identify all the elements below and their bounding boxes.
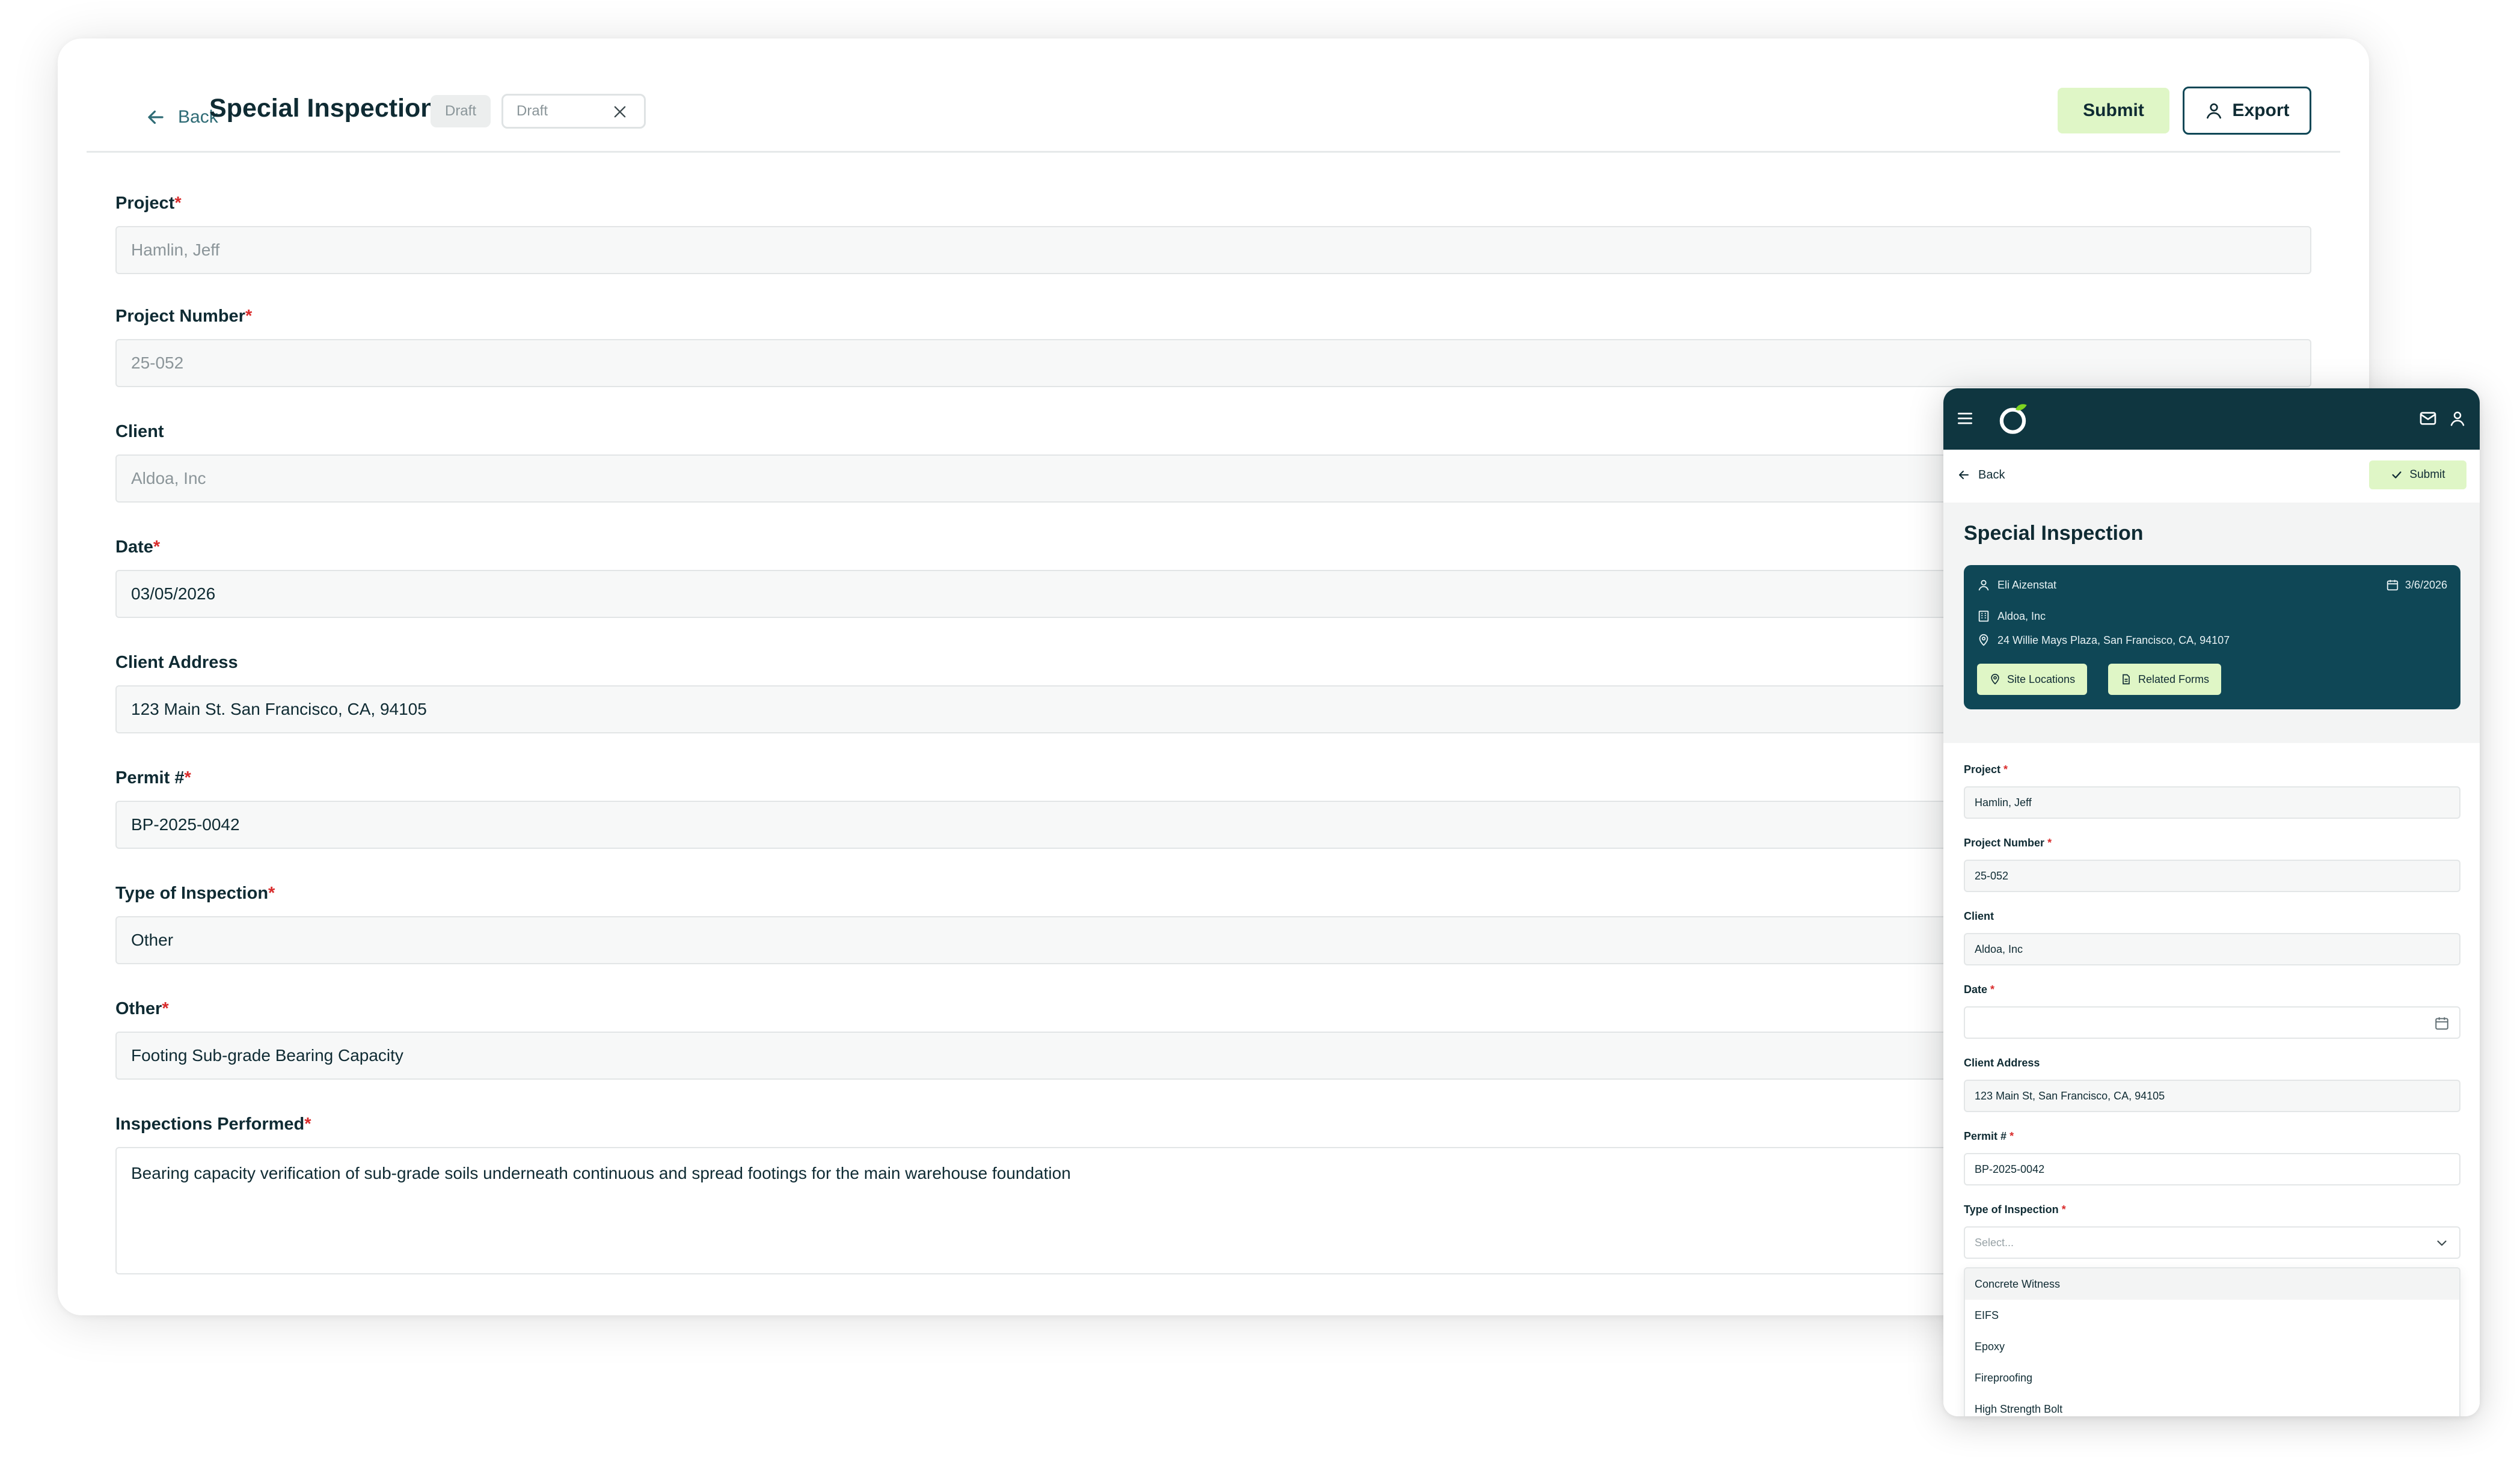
dropdown-option[interactable]: Concrete Witness <box>1965 1268 2459 1300</box>
map-pin-icon <box>1991 673 1999 685</box>
mobile-submit-button[interactable]: Submit <box>2369 460 2466 489</box>
mobile-back-button[interactable]: Back <box>1957 463 2005 487</box>
page-title: Special Inspection <box>209 94 437 123</box>
address-row: 24 Willie Mays Plaza, San Francisco, CA,… <box>1977 634 2230 647</box>
user-icon <box>1978 580 1989 591</box>
mobile-back-label: Back <box>1978 468 2005 482</box>
summary-address: 24 Willie Mays Plaza, San Francisco, CA,… <box>1997 634 2230 646</box>
mobile-type-of-inspection-field: Type of Inspection * Select... <box>1964 1203 2460 1259</box>
hamburger-menu-icon[interactable] <box>1955 409 1975 428</box>
mobile-date-label: Date * <box>1964 983 1995 995</box>
back-button[interactable]: Back <box>144 96 218 138</box>
export-button[interactable]: Export <box>2183 87 2311 135</box>
site-locations-label: Site Locations <box>2007 673 2076 685</box>
mobile-project-label: Project * <box>1964 763 2008 775</box>
mobile-project-number-label: Project Number * <box>1964 837 2052 849</box>
submit-button[interactable]: Submit <box>2058 88 2169 133</box>
mobile-client-address-label: Client Address <box>1964 1057 2040 1069</box>
mobile-project-number-field: Project Number * 25-052 <box>1964 837 2460 892</box>
project-field: Project* Hamlin, Jeff <box>115 194 2311 274</box>
select-placeholder: Select... <box>1975 1236 2014 1249</box>
mobile-date-input[interactable] <box>1964 1006 2460 1039</box>
calendar-icon[interactable] <box>2434 1015 2450 1031</box>
mobile-project-field: Project * Hamlin, Jeff <box>1964 763 2460 819</box>
related-forms-label: Related Forms <box>2138 673 2210 685</box>
mobile-client-address-input[interactable]: 123 Main St, San Francisco, CA, 94105 <box>1964 1080 2460 1112</box>
mobile-permit-label: Permit # * <box>1964 1130 2014 1142</box>
mobile-type-of-inspection-select[interactable]: Select... <box>1964 1226 2460 1259</box>
mobile-type-of-inspection-label: Type of Inspection * <box>1964 1203 2066 1216</box>
project-input[interactable]: Hamlin, Jeff <box>115 226 2311 274</box>
mobile-permit-field: Permit # * BP-2025-0042 <box>1964 1130 2460 1185</box>
summary-date-value: 3/6/2026 <box>2405 578 2447 591</box>
mobile-client-address-field: Client Address 123 Main St, San Francisc… <box>1964 1057 2460 1112</box>
check-icon <box>2392 471 2402 479</box>
user-icon[interactable] <box>2448 409 2466 428</box>
close-icon[interactable] <box>612 103 628 120</box>
site-locations-button[interactable]: Site Locations <box>1977 664 2088 695</box>
project-number-field: Project Number* 25-052 <box>115 307 2311 387</box>
project-number-input[interactable]: 25-052 <box>115 339 2311 387</box>
summary-client: Aldoa, Inc <box>1997 610 2046 622</box>
dropdown-option[interactable]: Fireproofing <box>1965 1362 2459 1393</box>
mobile-client-label: Client <box>1964 910 1994 922</box>
arrow-left-icon <box>1959 471 1969 479</box>
calendar-icon <box>2387 580 2399 591</box>
mobile-top-bar <box>1943 388 2480 450</box>
project-number-label: Project Number* <box>115 307 253 326</box>
mobile-app-window: Back Submit Special Inspection Eli Aizen… <box>1943 388 2480 1416</box>
inspector-row: Eli Aizenstat <box>1977 578 2056 592</box>
mobile-client-field: Client Aldoa, Inc <box>1964 910 2460 965</box>
inspection-type-dropdown: Concrete Witness EIFS Epoxy Fireproofing… <box>1964 1267 2460 1416</box>
client-row: Aldoa, Inc <box>1977 610 2046 623</box>
mobile-project-number-input[interactable]: 25-052 <box>1964 860 2460 892</box>
dropdown-option[interactable]: High Strength Bolt <box>1965 1393 2459 1416</box>
mobile-date-field: Date * <box>1964 983 2460 1039</box>
status-select-value: Draft <box>517 103 548 119</box>
building-icon <box>1978 610 1989 622</box>
app-logo-icon <box>1999 404 2027 434</box>
summary-date: 3/6/2026 <box>2386 578 2447 592</box>
user-icon <box>2207 103 2222 119</box>
project-label: Project* <box>115 194 182 213</box>
inspector-name: Eli Aizenstat <box>1997 578 2057 591</box>
map-pin-icon <box>1979 634 1988 646</box>
mobile-page-title: Special Inspection <box>1964 522 2144 545</box>
mail-icon[interactable] <box>2418 409 2438 428</box>
mobile-permit-input[interactable]: BP-2025-0042 <box>1964 1153 2460 1185</box>
arrow-left-icon <box>148 110 164 124</box>
document-icon <box>2123 674 2130 685</box>
status-badge: Draft <box>431 95 491 127</box>
export-label: Export <box>2232 100 2290 120</box>
chevron-down-icon[interactable] <box>2434 1235 2450 1251</box>
dropdown-option[interactable]: Epoxy <box>1965 1331 2459 1362</box>
dropdown-option[interactable]: EIFS <box>1965 1300 2459 1331</box>
related-forms-button[interactable]: Related Forms <box>2108 664 2222 695</box>
mobile-submit-label: Submit <box>2409 468 2445 481</box>
mobile-project-input[interactable]: Hamlin, Jeff <box>1964 786 2460 819</box>
status-select[interactable]: Draft <box>501 94 646 129</box>
mobile-client-input[interactable]: Aldoa, Inc <box>1964 933 2460 965</box>
inspection-summary-card: Eli Aizenstat 3/6/2026 Aldoa, Inc 24 Wil… <box>1964 565 2460 709</box>
